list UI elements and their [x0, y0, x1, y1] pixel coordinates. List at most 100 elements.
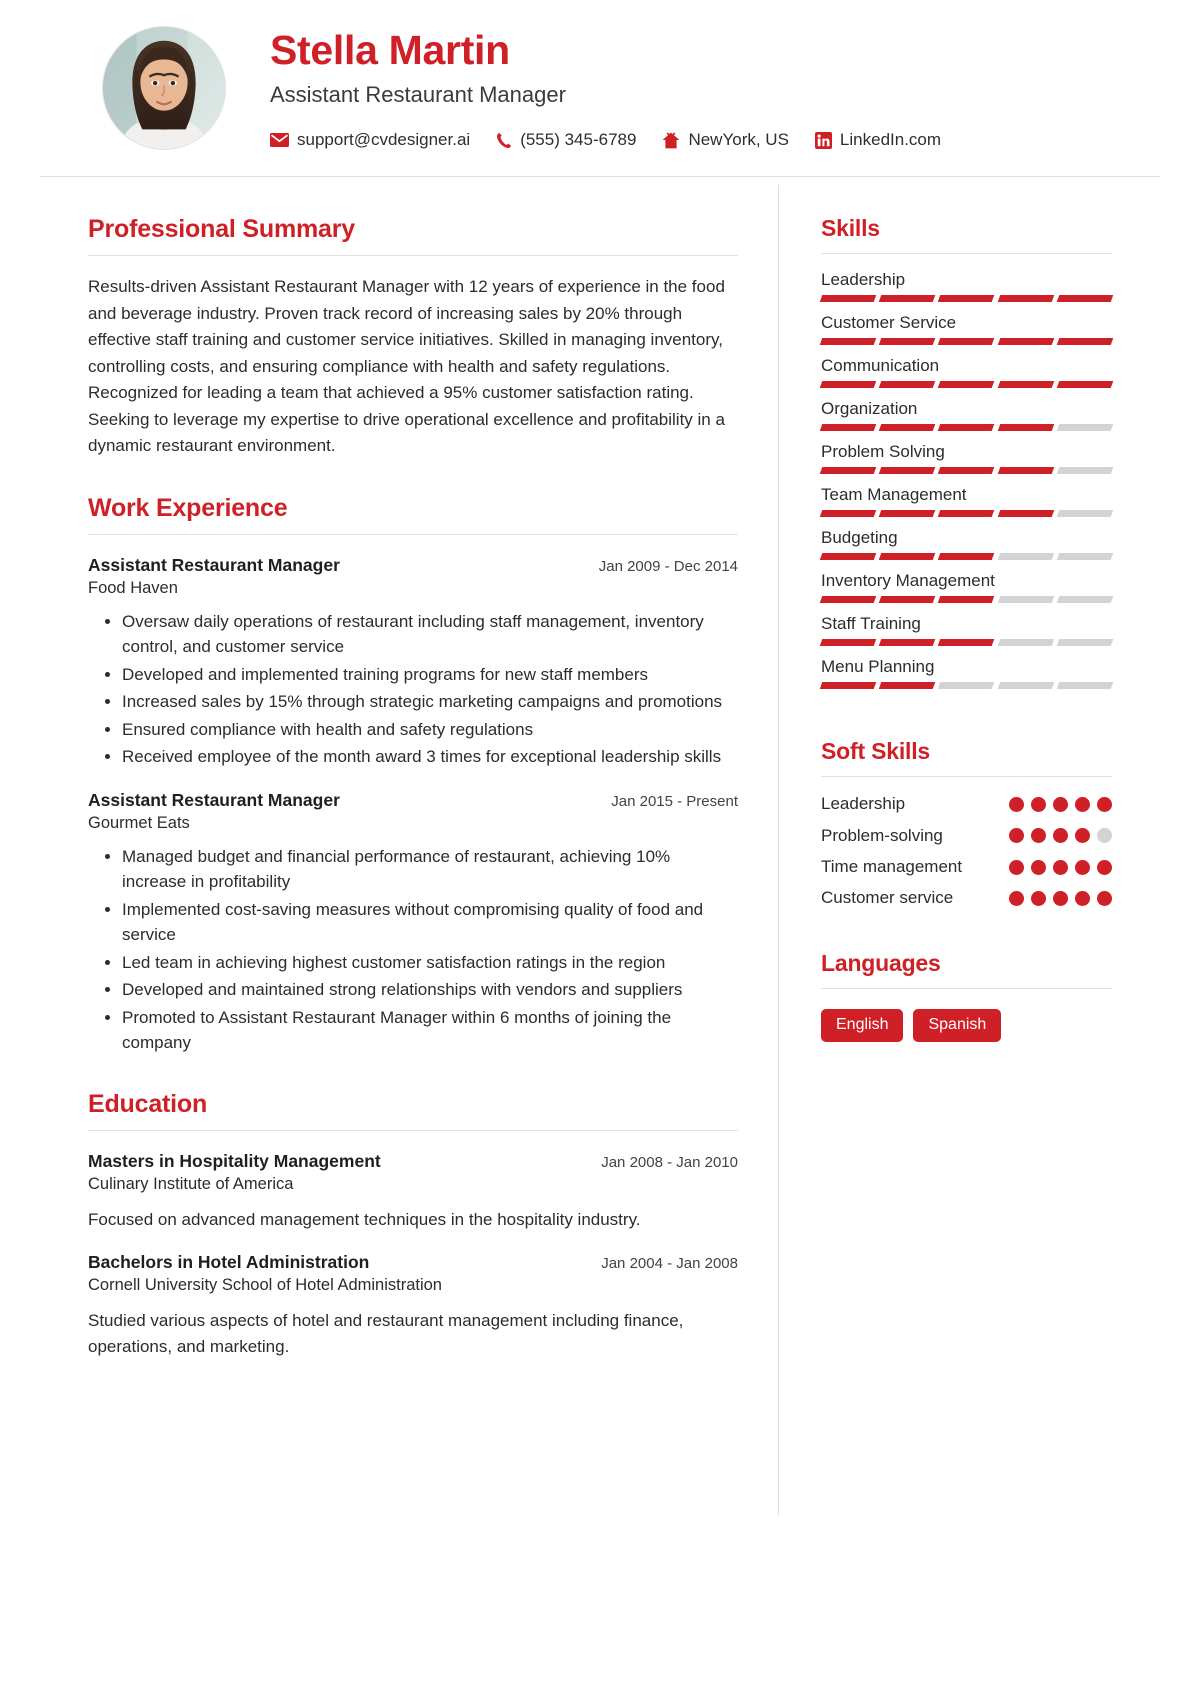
rating-dot: [1031, 891, 1046, 907]
skill-name: Organization: [821, 399, 918, 419]
skill-segment: [819, 596, 877, 604]
skill-level-bar: [819, 295, 1114, 311]
skill-segment: [878, 639, 936, 647]
section-skills: Skills Leadership Customer Service Communi…: [819, 215, 1114, 698]
soft-skill-name: Leadership: [821, 794, 906, 814]
skill-row: Team Management: [819, 485, 1114, 526]
work-entry-date: Jan 2015 - Present: [611, 792, 738, 810]
rating-dot: [1075, 796, 1090, 812]
work-entry-bullets: Managed budget and financial performance…: [88, 844, 738, 1056]
skill-segment: [819, 338, 877, 346]
contact-phone[interactable]: (555) 345-6789: [496, 130, 636, 150]
skill-row: Budgeting: [819, 528, 1114, 569]
skill-segment: [878, 510, 936, 518]
rating-dot: [1009, 796, 1024, 812]
education-entry-date: Jan 2008 - Jan 2010: [601, 1153, 738, 1171]
skill-name: Staff Training: [821, 614, 921, 634]
section-divider: [88, 533, 738, 535]
skill-segment: [997, 639, 1055, 647]
email-icon: [270, 133, 289, 148]
soft-skill-name: Time management: [821, 856, 963, 876]
skill-segment: [997, 596, 1055, 604]
page-title: Stella Martin: [270, 27, 510, 73]
work-entry-date: Jan 2009 - Dec 2014: [598, 557, 738, 575]
skill-segment: [938, 639, 995, 647]
skill-segment: [878, 682, 936, 690]
skill-segment: [878, 553, 936, 561]
skill-segment: [819, 295, 877, 303]
skill-name: Leadership: [821, 270, 906, 290]
skill-segment: [997, 510, 1055, 518]
skill-row: Customer Service: [819, 313, 1114, 354]
rating-dot: [1009, 859, 1024, 875]
section-professional-summary: Professional Summary Results-driven Assi…: [88, 215, 738, 460]
skill-segment: [819, 467, 877, 475]
education-entry-title: Masters in Hospitality Management: [88, 1150, 381, 1171]
skill-segment: [997, 682, 1055, 690]
rating-dot: [1031, 828, 1046, 844]
contact-phone-text: (555) 345-6789: [520, 130, 637, 150]
section-work-experience: Work Experience Assistant Restaurant Man…: [88, 494, 738, 1056]
skill-segment: [1056, 596, 1114, 604]
skill-level-bar: [819, 553, 1114, 569]
list-item: Led team in achieving highest customer s…: [122, 950, 738, 976]
section-heading-skills: Skills: [821, 215, 880, 242]
language-badge: Spanish: [913, 1008, 1002, 1042]
home-icon: [662, 132, 680, 149]
skill-level-bar: [819, 381, 1114, 397]
skill-row: Leadership: [819, 270, 1114, 311]
skill-row: Organization: [819, 399, 1114, 440]
soft-skill-rating-dots: [1009, 828, 1112, 844]
sidebar-column: Skills Leadership Customer Service Communi…: [778, 185, 1160, 1516]
education-entry-desc: Focused on advanced management technique…: [88, 1209, 641, 1229]
list-item: Received employee of the month award 3 t…: [122, 744, 738, 770]
skill-segment: [1056, 682, 1114, 690]
section-divider: [88, 1129, 738, 1131]
rating-dot: [1009, 828, 1024, 844]
skill-segment: [819, 639, 877, 647]
education-entry: Masters in Hospitality Management Jan 20…: [88, 1151, 738, 1233]
section-heading-education: Education: [88, 1089, 208, 1118]
contact-email-text: support@cvdesigner.ai: [297, 130, 471, 150]
work-entry-head: Assistant Restaurant Manager Jan 2015 - …: [88, 790, 738, 811]
rating-dot: [1097, 891, 1112, 907]
section-heading-work: Work Experience: [88, 493, 288, 522]
skill-segment: [997, 553, 1055, 561]
work-entry-org: Food Haven: [88, 578, 178, 597]
skill-segment: [997, 295, 1055, 303]
skill-segment: [1056, 381, 1114, 389]
skill-segment: [938, 596, 995, 604]
soft-skill-rating-dots: [1009, 796, 1112, 812]
skill-segment: [878, 381, 936, 389]
work-entry-bullets: Oversaw daily operations of restaurant i…: [88, 609, 738, 770]
list-item: Ensured compliance with health and safet…: [122, 717, 738, 743]
skill-segment: [1056, 424, 1114, 432]
skill-segment: [878, 338, 936, 346]
rating-dot: [1009, 891, 1024, 907]
contact-linkedin[interactable]: LinkedIn.com: [814, 130, 941, 150]
contact-email[interactable]: support@cvdesigner.ai: [270, 130, 470, 150]
resume-page: Stella Martin Assistant Restaurant Manag…: [40, 0, 1160, 1684]
rating-dot: [1075, 891, 1090, 907]
phone-icon: [496, 132, 512, 149]
skill-segment: [878, 295, 936, 303]
education-entry-head: Bachelors in Hotel Administration Jan 20…: [88, 1252, 738, 1273]
work-entry-org: Gourmet Eats: [88, 813, 190, 832]
section-divider: [821, 987, 1112, 989]
section-heading-summary: Professional Summary: [88, 215, 355, 244]
skill-level-bar: [819, 338, 1114, 354]
skill-segment: [938, 381, 995, 389]
skill-segment: [1056, 338, 1114, 346]
rating-dot: [1053, 828, 1068, 844]
rating-dot: [1031, 796, 1046, 812]
soft-skill-row: Customer service: [821, 887, 1112, 909]
skill-name: Budgeting: [821, 528, 898, 548]
list-item: Developed and maintained strong relation…: [122, 977, 738, 1003]
soft-skill-name: Customer service: [821, 888, 954, 908]
section-divider: [88, 255, 738, 257]
rating-dot: [1053, 796, 1068, 812]
contact-location[interactable]: NewYork, US: [662, 130, 789, 150]
skill-segment: [819, 424, 877, 432]
list-item: Promoted to Assistant Restaurant Manager…: [122, 1005, 738, 1056]
skill-row: Inventory Management: [819, 571, 1114, 612]
